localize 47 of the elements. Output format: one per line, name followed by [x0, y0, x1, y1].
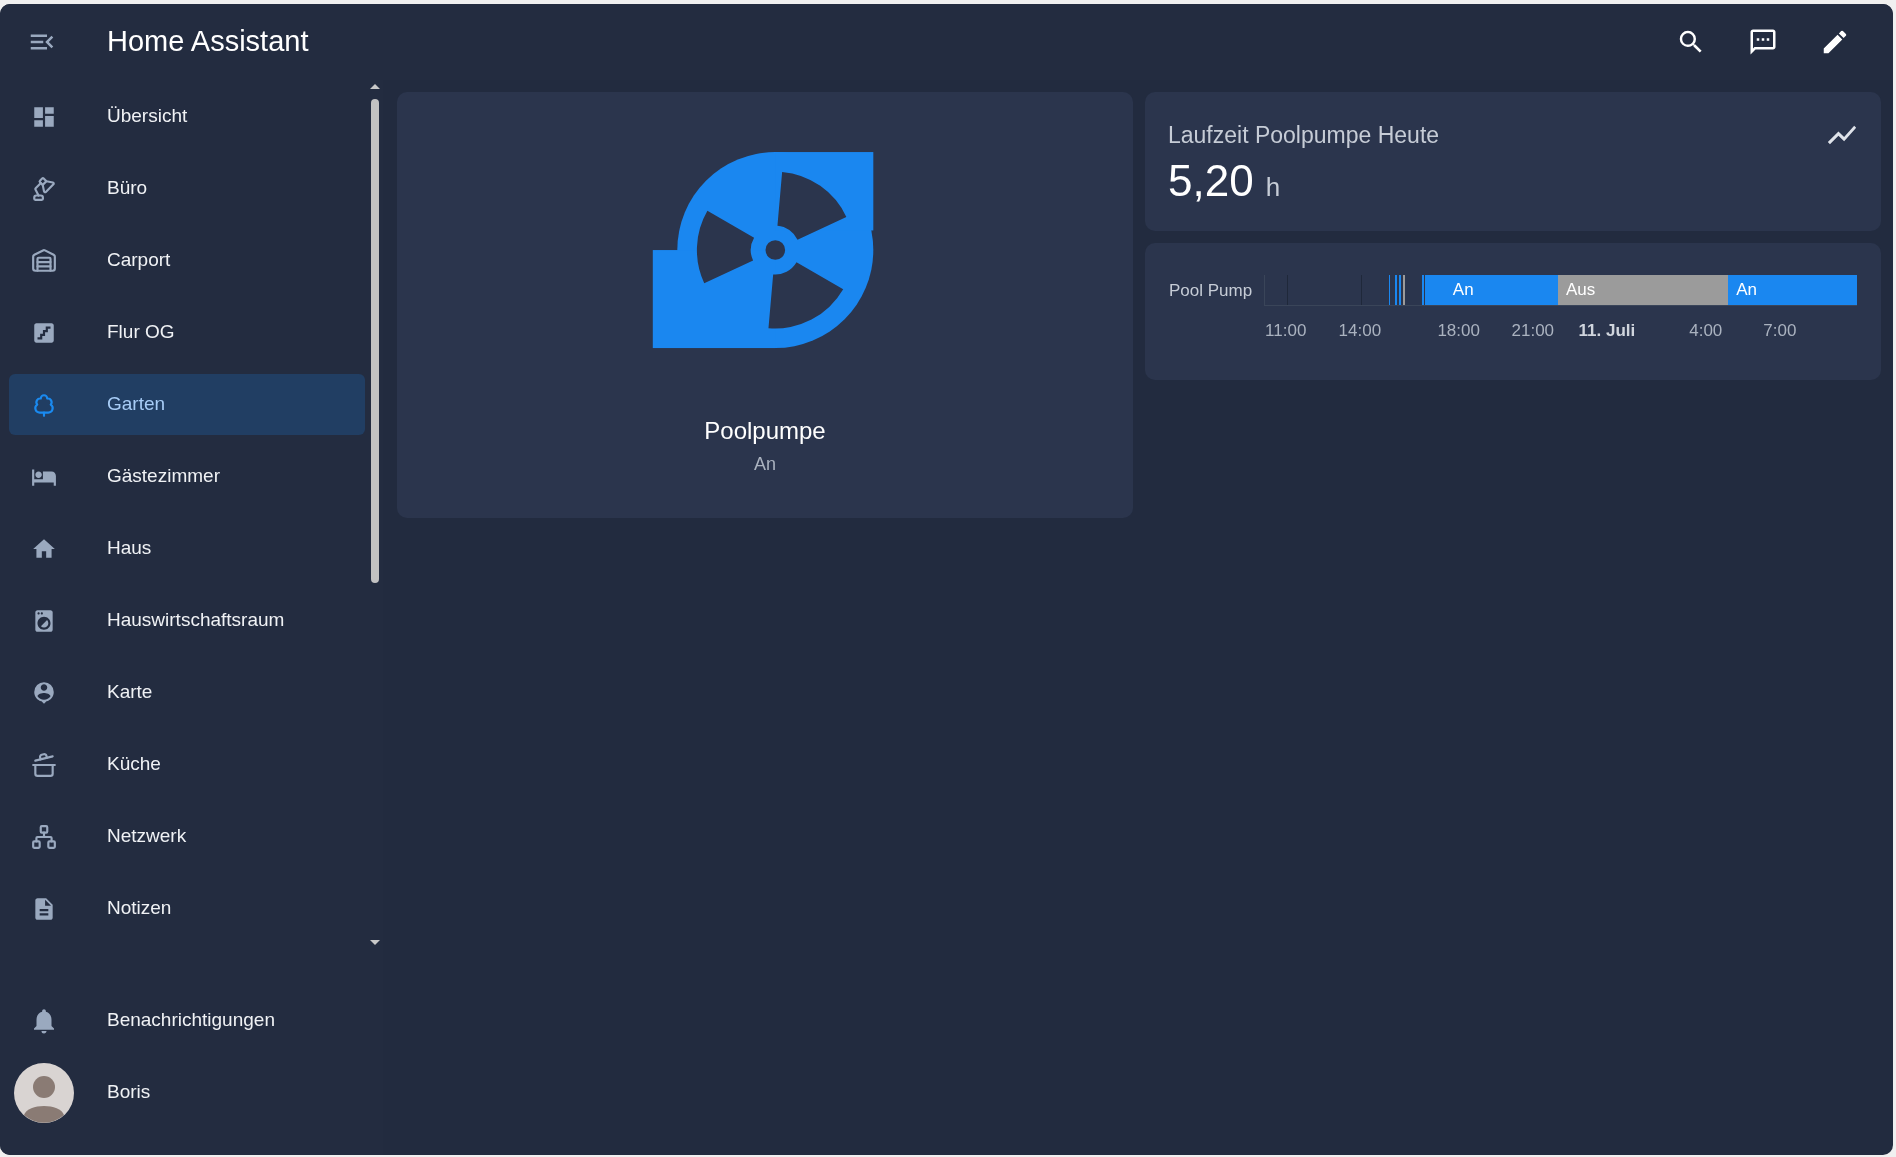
sidebar-item[interactable]: Hauswirtschaftsraum — [9, 590, 365, 651]
entity-label: Pool Pump — [1169, 279, 1254, 302]
sidebar-item[interactable]: Gästezimmer — [9, 446, 365, 507]
chat-icon — [1748, 27, 1778, 57]
sidebar-item[interactable]: Übersicht — [9, 86, 365, 147]
sidebar-item[interactable]: Notizen — [9, 878, 365, 939]
desk-lamp-icon — [31, 175, 57, 202]
app-title: Home Assistant — [107, 24, 309, 60]
axis-tick-label: 18:00 — [1437, 320, 1480, 342]
timeline-tick-mark — [1421, 275, 1424, 305]
pump-card[interactable]: Poolpumpe An — [397, 92, 1133, 518]
sidebar-item[interactable]: Küche — [9, 734, 365, 795]
timeline-tick-mark — [1388, 275, 1391, 305]
sensor-value: 5,20 — [1168, 158, 1254, 203]
sidebar-item[interactable]: Garten — [9, 374, 365, 435]
person-pin-icon — [31, 679, 57, 706]
scrollbar-down-arrow[interactable] — [370, 940, 380, 945]
scrollbar-up-arrow[interactable] — [370, 84, 380, 89]
sidebar-item[interactable]: Büro — [9, 158, 365, 219]
sidebar-item[interactable]: Haus — [9, 518, 365, 579]
network-icon — [31, 823, 57, 850]
timeline-segment: An — [1728, 275, 1857, 305]
warehouse-icon — [31, 247, 57, 274]
tree-icon — [31, 391, 57, 418]
timeline-segment: An — [1424, 275, 1558, 305]
axis-tick-label: 11. Juli — [1578, 320, 1636, 342]
sidebar-item[interactable]: Netzwerk — [9, 806, 365, 867]
entity-name: Poolpumpe — [704, 416, 826, 446]
user-item[interactable]: Boris — [9, 1062, 383, 1123]
sidebar-item[interactable]: Karte — [9, 662, 365, 723]
sidebar-item[interactable]: Carport — [9, 230, 365, 291]
axis-tick-label: 11:00 — [1265, 320, 1307, 342]
sensor-card[interactable]: Laufzeit Poolpumpe Heute 5,20 h — [1145, 92, 1881, 231]
axis-tick-label: 4:00 — [1689, 320, 1723, 342]
scrollbar-thumb[interactable] — [371, 99, 379, 583]
axis-tick-label: 21:00 — [1511, 320, 1555, 342]
axis-tick-label: 7:00 — [1763, 320, 1797, 342]
user-avatar — [14, 1062, 74, 1123]
entity-state: An — [754, 453, 776, 476]
notifications-item[interactable]: Benachrichtigungen — [9, 990, 383, 1051]
timeline-tick-mark — [1403, 275, 1405, 305]
timeline-segment: Aus — [1558, 275, 1729, 305]
sidebar-item[interactable]: Flur OG — [9, 302, 365, 363]
sensor-title: Laufzeit Poolpumpe Heute — [1168, 121, 1440, 150]
axis-tick-label: 14:00 — [1338, 320, 1382, 342]
sensor-unit: h — [1265, 170, 1281, 204]
cooking-pot-icon — [31, 751, 57, 778]
